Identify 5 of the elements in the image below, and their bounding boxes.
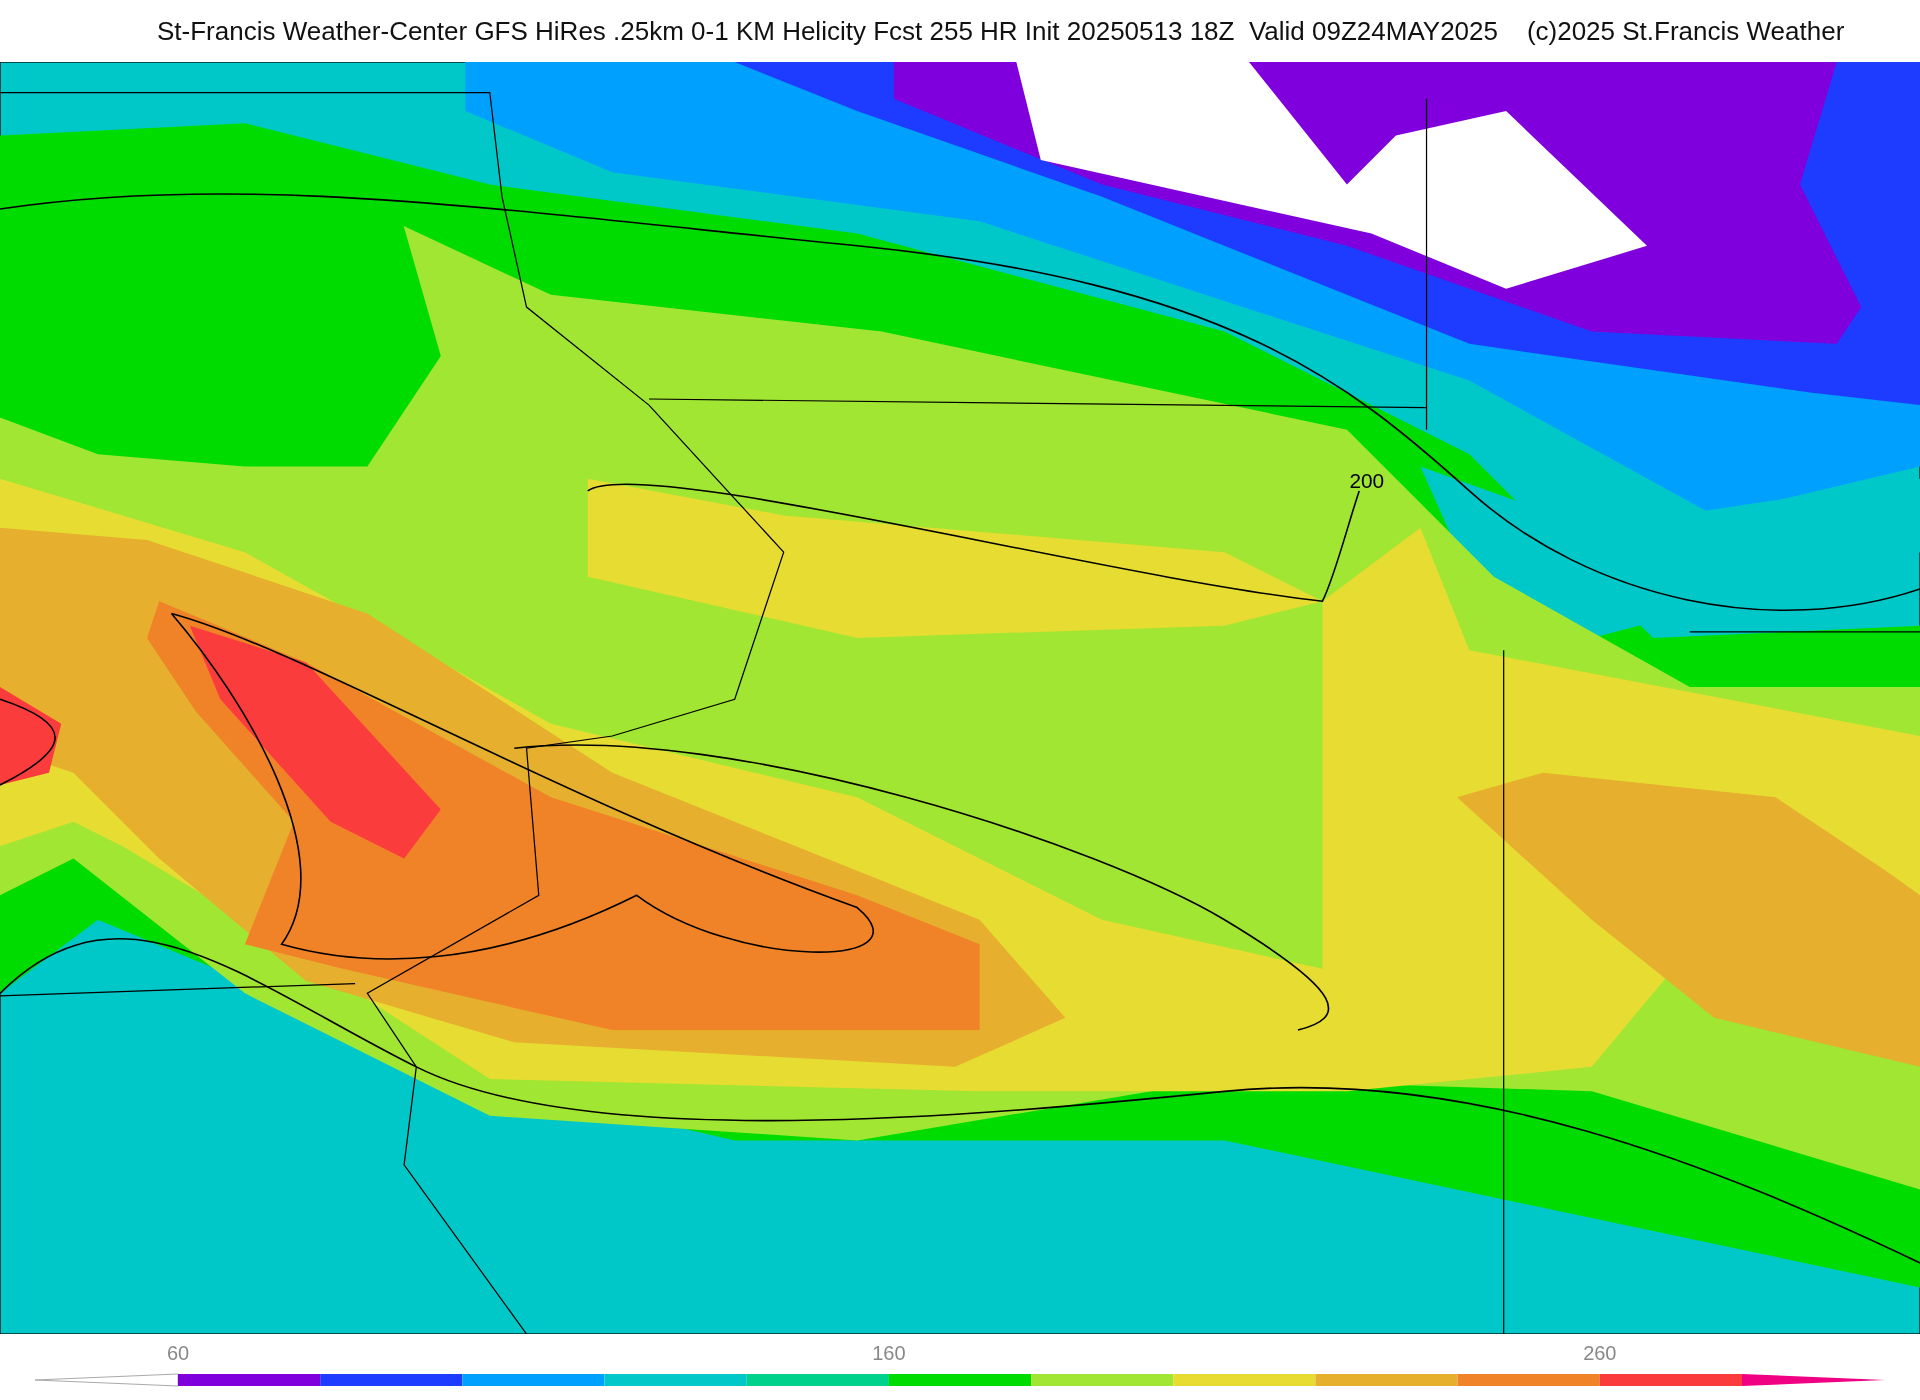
tick-label: 160	[872, 1342, 906, 1365]
map-title: St-Francis Weather-Center GFS HiRes .25km 0-1 KM Helicity Fcst 255 HR Init 20250513 18Z Valid 09Z24MAY2025 (c)2025 St.Francis Weather	[157, 15, 1845, 47]
contour-label: 200	[1349, 469, 1385, 493]
tick-label: 260	[1583, 1342, 1617, 1365]
tick-label: 60	[166, 1342, 190, 1365]
